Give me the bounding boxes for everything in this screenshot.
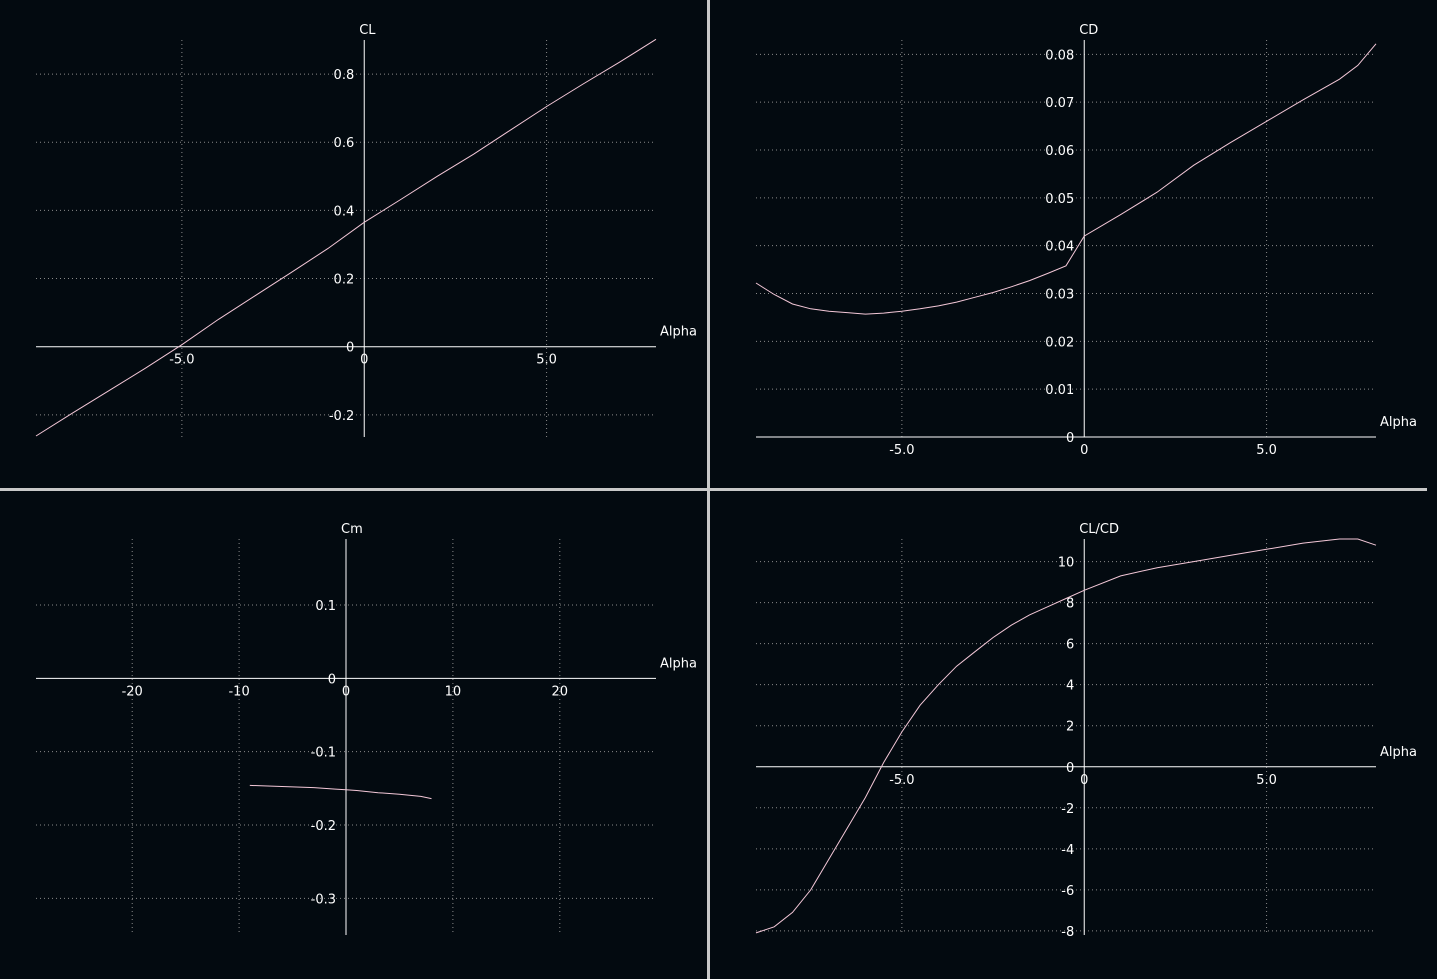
cl-chart-panel: -5.0 0 5.0 -0.2 0 0.2 0.4 0.6 0.8 CL Alpha: [0, 0, 707, 488]
cm-y-tick-label: -0.3: [311, 892, 336, 907]
cd-y-axis-title: CD: [1079, 23, 1098, 38]
cl-chart: -5.0 0 5.0 -0.2 0 0.2 0.4 0.6 0.8 CL Alpha: [35, 23, 697, 437]
cm-chart-panel: -20 -10 0 10 20 -0.3 -0.2 -0.1 0 0.1 Cm Alpha: [0, 491, 707, 979]
cl-cd-chart: -5.0 0 5.0 -8 -6 -4 -2 0 2 4 6 8 10 CL/CD Alpha: [755, 522, 1417, 940]
cd-chart-panel: -5.0 0 5.0 0 0.01 0.02 0.03 0.04 0.05 0.06 0.07 0.0…: [710, 0, 1427, 488]
cl-cd-y-tick-label: 4: [1066, 679, 1074, 694]
cl-cd-y-tick-label: -4: [1061, 843, 1074, 858]
cl-cd-y-axis-title: CL/CD: [1079, 522, 1119, 537]
cm-y-tick-label: -0.1: [311, 746, 336, 761]
cl-cd-y-tick-label: -8: [1061, 925, 1074, 940]
cl-y-tick-label: 0.6: [334, 136, 355, 151]
cl-y-tick-label: 0.8: [334, 68, 355, 83]
cd-y-tick-label: 0.08: [1045, 48, 1074, 63]
cl-y-tick-label: 0: [346, 341, 354, 356]
cm-series-line: [249, 784, 432, 800]
cl-cd-chart-panel: -5.0 0 5.0 -8 -6 -4 -2 0 2 4 6 8 10 CL/CD Alpha: [710, 491, 1427, 979]
cm-y-tick-label: -0.2: [311, 819, 336, 834]
cd-y-tick-label: 0.02: [1045, 335, 1074, 350]
cl-x-axis-title: Alpha: [660, 325, 697, 340]
cl-cd-y-tick-label: -6: [1061, 884, 1074, 899]
cd-y-tick-label: 0.07: [1045, 96, 1074, 111]
cd-y-tick-label: 0.05: [1045, 192, 1074, 207]
cd-y-tick-label: 0.03: [1045, 288, 1074, 303]
cm-x-tick-label: 0: [342, 684, 350, 699]
cl-cd-y-tick-label: 10: [1058, 556, 1075, 571]
cl-y-tick-label: -0.2: [329, 409, 354, 424]
cl-cd-x-tick-label: 5.0: [1256, 773, 1277, 788]
cm-y-tick-label: 0.1: [315, 599, 336, 614]
cl-x-tick-label: 5.0: [536, 353, 557, 368]
cl-x-tick-label: 0: [360, 353, 368, 368]
cl-cd-y-tick-label: 8: [1066, 597, 1074, 612]
cm-x-tick-label: -10: [228, 684, 249, 699]
cm-x-tick-label: 20: [552, 684, 569, 699]
cd-x-tick-label: 0: [1080, 443, 1088, 458]
cl-y-tick-label: 0.4: [334, 204, 355, 219]
cm-y-axis-title: Cm: [341, 522, 363, 537]
cl-cd-x-tick-label: 0: [1080, 773, 1088, 788]
cd-x-tick-label: 5.0: [1256, 443, 1277, 458]
cm-x-axis-title: Alpha: [660, 656, 697, 671]
cl-y-axis-title: CL: [359, 23, 376, 38]
cd-x-axis-title: Alpha: [1380, 415, 1417, 430]
cl-cd-y-tick-label: 6: [1066, 638, 1074, 653]
cl-cd-x-axis-title: Alpha: [1380, 745, 1417, 760]
cl-cd-y-tick-label: 0: [1066, 761, 1074, 776]
cd-y-tick-label: 0: [1066, 431, 1074, 446]
cd-y-tick-label: 0.06: [1045, 144, 1074, 159]
cm-y-tick-label: 0: [328, 672, 336, 687]
cl-x-tick-label: -5.0: [169, 353, 194, 368]
right-edge-strip: [1427, 0, 1437, 979]
cl-cd-y-tick-label: 2: [1066, 720, 1074, 735]
cm-x-tick-label: -20: [122, 684, 143, 699]
cd-series-line: [755, 43, 1377, 315]
cl-cd-y-tick-label: -2: [1061, 802, 1074, 817]
cd-y-tick-label: 0.04: [1045, 240, 1074, 255]
cl-series-line: [35, 38, 657, 437]
cl-y-tick-label: 0.2: [334, 273, 355, 288]
cd-chart: -5.0 0 5.0 0 0.01 0.02 0.03 0.04 0.05 0.06 0.07 0.0…: [755, 23, 1417, 458]
cm-x-tick-label: 10: [445, 684, 462, 699]
cd-y-tick-label: 0.01: [1045, 383, 1074, 398]
cl-cd-series-line: [755, 538, 1377, 934]
cd-x-tick-label: -5.0: [889, 443, 914, 458]
cl-cd-x-tick-label: -5.0: [889, 773, 914, 788]
cm-chart: -20 -10 0 10 20 -0.3 -0.2 -0.1 0 0.1 Cm Alpha: [36, 522, 697, 935]
